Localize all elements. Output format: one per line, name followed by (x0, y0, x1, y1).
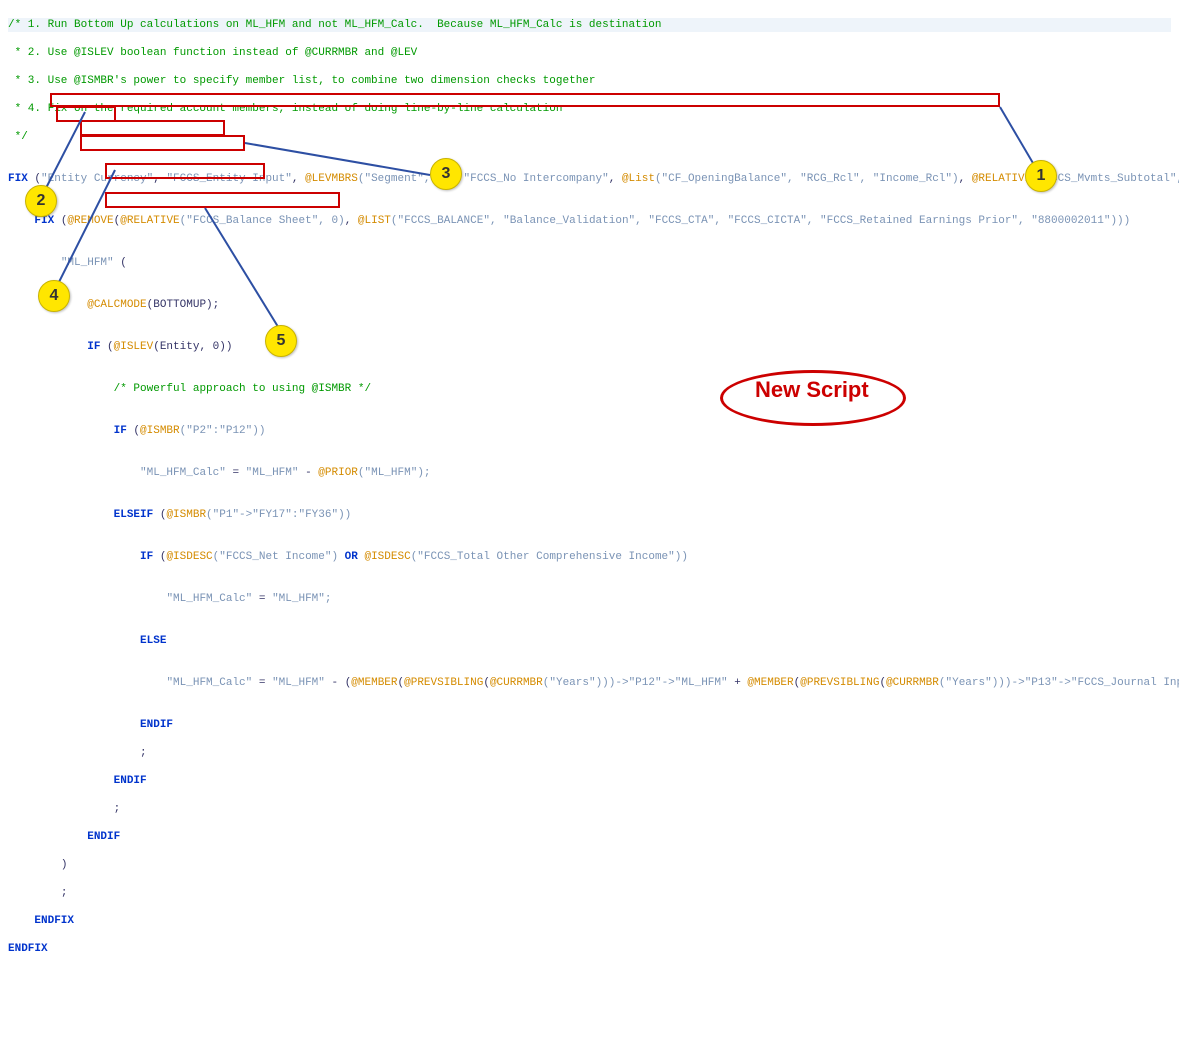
block-open: "ML_HFM" ( (8, 256, 1171, 270)
if-isdesc: IF (@ISDESC("FCCS_Net Income") OR @ISDES… (8, 550, 1171, 564)
callout-2: 2 (25, 185, 57, 217)
close-paren: ) (8, 858, 1171, 872)
fix-inner: FIX (@REMOVE(@RELATIVE("FCCS_Balance She… (8, 214, 1171, 228)
endif-2: ENDIF (8, 774, 1171, 788)
highlight-box-6 (105, 192, 340, 208)
comment-line: * 4. Fix on the required account members… (8, 102, 1171, 116)
semi: ; (8, 746, 1171, 760)
code-editor: /* 1. Run Bottom Up calculations on ML_H… (0, 0, 1179, 1050)
endfix-outer: ENDFIX (8, 942, 1171, 956)
new-script-ellipse (720, 370, 906, 426)
endfix-inner: ENDFIX (8, 914, 1171, 928)
if-islev: IF (@ISLEV(Entity, 0)) (8, 340, 1171, 354)
comment-line: /* 1. Run Bottom Up calculations on ML_H… (8, 18, 1171, 32)
comment-line: * 3. Use @ISMBR's power to specify membe… (8, 74, 1171, 88)
endif-1: ENDIF (8, 830, 1171, 844)
comment-line: */ (8, 130, 1171, 144)
assign-1: "ML_HFM_Calc" = "ML_HFM" - @PRIOR("ML_HF… (8, 466, 1171, 480)
assign-3: "ML_HFM_Calc" = "ML_HFM" - (@MEMBER(@PRE… (8, 676, 1171, 690)
fix-outer: FIX ("Entity Currency", "FCCS_Entity Inp… (8, 172, 1171, 186)
if-ismbr-1: IF (@ISMBR("P2":"P12")) (8, 424, 1171, 438)
else: ELSE (8, 634, 1171, 648)
assign-2: "ML_HFM_Calc" = "ML_HFM"; (8, 592, 1171, 606)
semi: ; (8, 802, 1171, 816)
elseif-ismbr: ELSEIF (@ISMBR("P1"->"FY17":"FY36")) (8, 508, 1171, 522)
calcmode-line: @CALCMODE(BOTTOMUP); (8, 298, 1171, 312)
comment-power: /* Powerful approach to using @ISMBR */ (8, 382, 1171, 396)
comment-line: * 2. Use @ISLEV boolean function instead… (8, 46, 1171, 60)
endif-3: ENDIF (8, 718, 1171, 732)
semi: ; (8, 886, 1171, 900)
